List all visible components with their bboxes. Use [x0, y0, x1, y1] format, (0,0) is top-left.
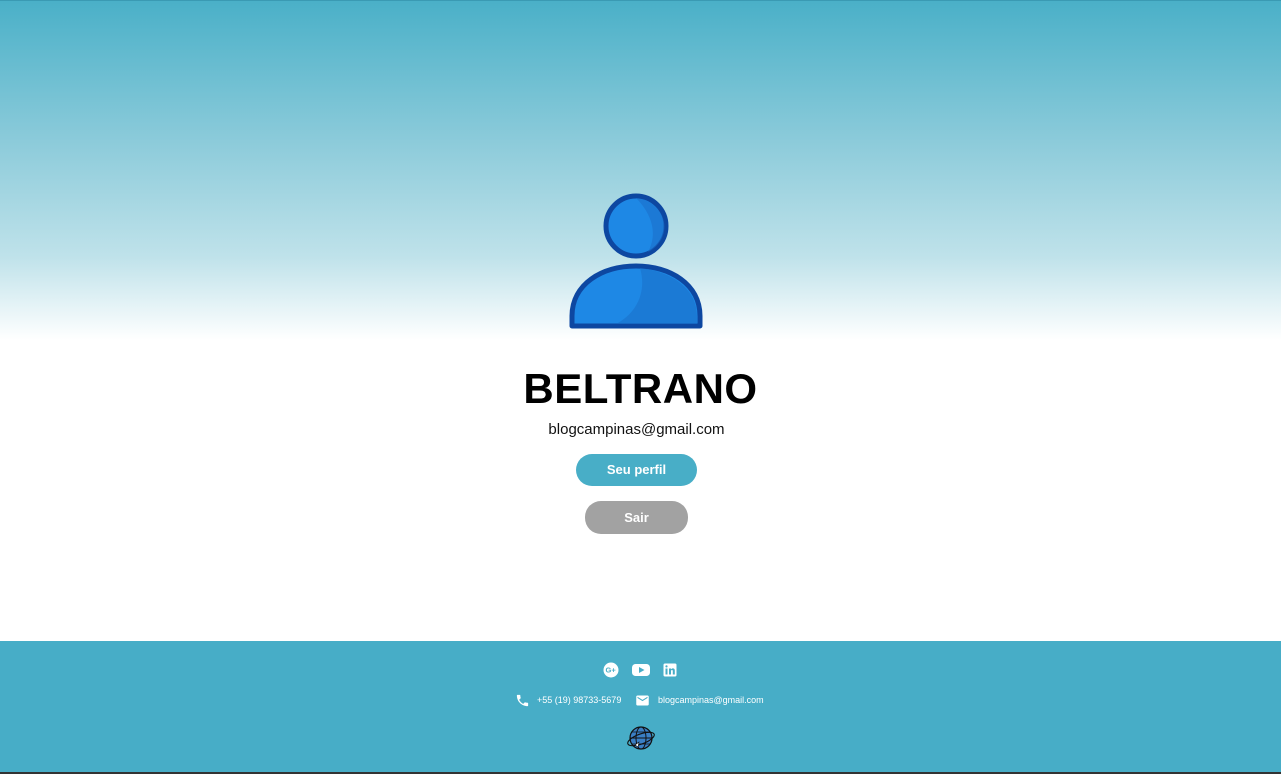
mail-icon — [635, 693, 650, 708]
footer: G+ +55 (19) 98733-5679 blogcampinas@gmai… — [0, 641, 1281, 774]
linkedin-icon[interactable] — [663, 663, 677, 677]
user-email: blogcampinas@gmail.com — [548, 421, 725, 438]
logout-button[interactable]: Sair — [585, 501, 688, 534]
profile-section: BELTRANO blogcampinas@gmail.com Seu perf… — [0, 0, 1281, 641]
profile-page: BELTRANO blogcampinas@gmail.com Seu perf… — [0, 0, 1281, 774]
user-avatar-icon — [569, 193, 703, 329]
phone-number: +55 (19) 98733-5679 — [537, 695, 622, 705]
svg-text:G+: G+ — [605, 666, 616, 675]
footer-email: blogcampinas@gmail.com — [658, 695, 764, 705]
user-name: BELTRANO — [523, 365, 758, 412]
google-plus-icon[interactable]: G+ — [603, 662, 619, 678]
globe-logo-icon — [627, 726, 655, 750]
youtube-icon[interactable] — [631, 662, 651, 678]
profile-button[interactable]: Seu perfil — [576, 454, 697, 486]
phone-icon — [515, 693, 530, 708]
